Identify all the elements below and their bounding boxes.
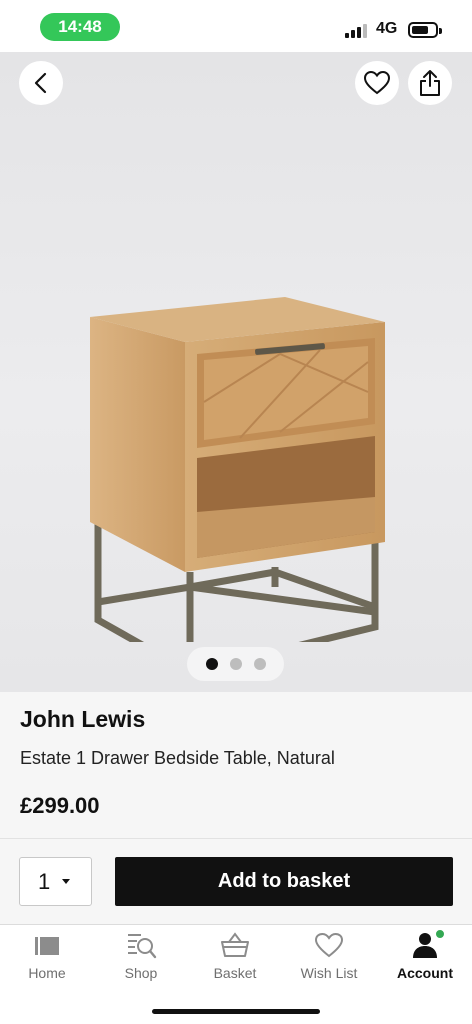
account-icon (409, 929, 445, 959)
tab-shop[interactable]: Shop (94, 925, 188, 991)
purchase-bar: 1 Add to basket (0, 838, 472, 924)
tab-basket[interactable]: Basket (188, 925, 282, 991)
quantity-value: 1 (38, 868, 51, 894)
tab-home[interactable]: Home (0, 925, 94, 991)
product-image-carousel[interactable] (0, 52, 472, 692)
caret-down-icon (62, 879, 71, 884)
product-name: Estate 1 Drawer Bedside Table, Natural (20, 748, 335, 768)
tab-label-shop: Shop (124, 965, 158, 981)
home-icon (31, 931, 63, 959)
quantity-select[interactable]: 1 (19, 857, 92, 906)
share-button[interactable] (408, 61, 452, 105)
back-button[interactable] (19, 61, 63, 105)
product-price: £299.00 (20, 793, 100, 818)
heart-icon (363, 70, 391, 95)
pagination-dot-3[interactable] (253, 658, 266, 670)
image-pagination[interactable] (187, 647, 284, 681)
add-to-basket-button[interactable]: Add to basket (115, 857, 453, 906)
tab-wish-list[interactable]: Wish List (282, 925, 376, 991)
tab-account[interactable]: Account (378, 925, 472, 991)
pagination-dot-1[interactable] (205, 658, 218, 670)
tab-label-wish-list: Wish List (300, 965, 358, 981)
product-brand[interactable]: John Lewis (20, 706, 145, 733)
share-icon (420, 70, 440, 96)
network-type: 4G (376, 20, 398, 37)
cellular-signal-icon (345, 22, 369, 38)
status-time: 14:48 (40, 13, 120, 41)
account-notification-dot (435, 929, 445, 939)
pagination-dot-2[interactable] (229, 658, 242, 670)
tab-label-home: Home (28, 965, 66, 981)
status-bar: 14:48 4G (0, 0, 472, 52)
add-to-wishlist-button[interactable] (355, 61, 399, 105)
home-indicator[interactable] (152, 1009, 320, 1014)
basket-icon (219, 931, 251, 959)
chevron-left-icon (34, 72, 47, 94)
battery-icon (408, 22, 442, 38)
heart-icon (313, 931, 345, 959)
tab-label-account: Account (397, 965, 453, 981)
tab-label-basket: Basket (213, 965, 257, 981)
bottom-tab-bar: Home Shop Basket Wish List Account (0, 924, 472, 1024)
shop-search-icon (125, 931, 157, 959)
product-info: John Lewis Estate 1 Drawer Bedside Table… (0, 692, 472, 838)
bedside-table-image (90, 297, 385, 642)
